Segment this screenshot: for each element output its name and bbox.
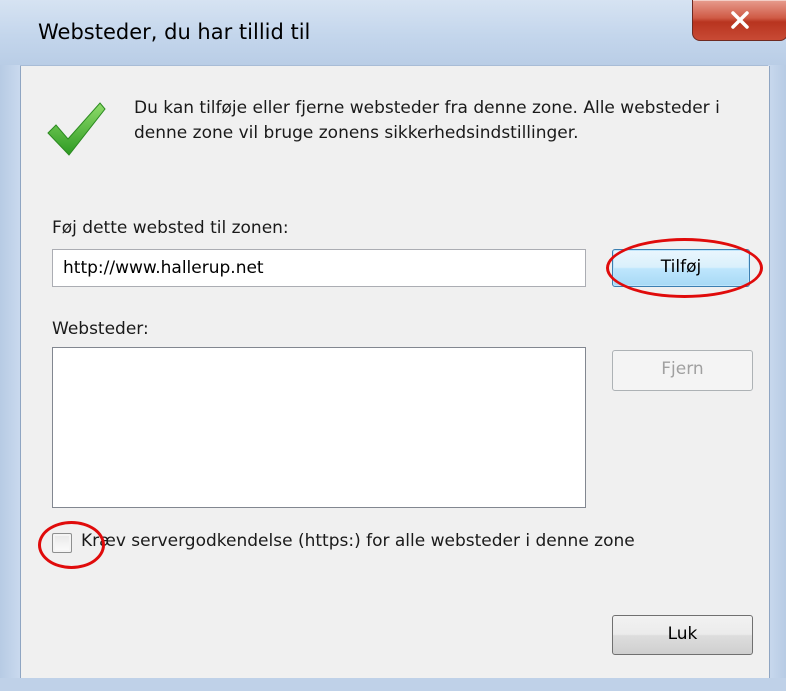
https-checkbox[interactable] (52, 533, 72, 553)
close-icon (731, 11, 749, 29)
window-frame-bottom (0, 678, 786, 691)
title-bar: Websteder, du har tillid til (0, 0, 786, 66)
close-button[interactable]: Luk (612, 615, 753, 655)
window-frame-left (0, 65, 20, 691)
site-url-input[interactable] (52, 249, 586, 287)
window-frame-right (768, 65, 786, 691)
window-close-button[interactable] (692, 0, 786, 41)
sites-label: Websteder: (52, 319, 149, 339)
https-checkbox-label[interactable]: Kræv servergodkendelse (https:) for alle… (81, 531, 635, 551)
remove-button[interactable]: Fjern (612, 350, 753, 391)
sites-list[interactable] (52, 347, 586, 508)
dialog-title: Websteder, du har tillid til (38, 20, 311, 44)
add-site-label: Føj dette websted til zonen: (52, 218, 289, 238)
add-button[interactable]: Tilføj (612, 249, 750, 287)
info-text: Du kan tilføje eller fjerne websteder fr… (134, 98, 720, 143)
green-check-icon (47, 102, 106, 156)
